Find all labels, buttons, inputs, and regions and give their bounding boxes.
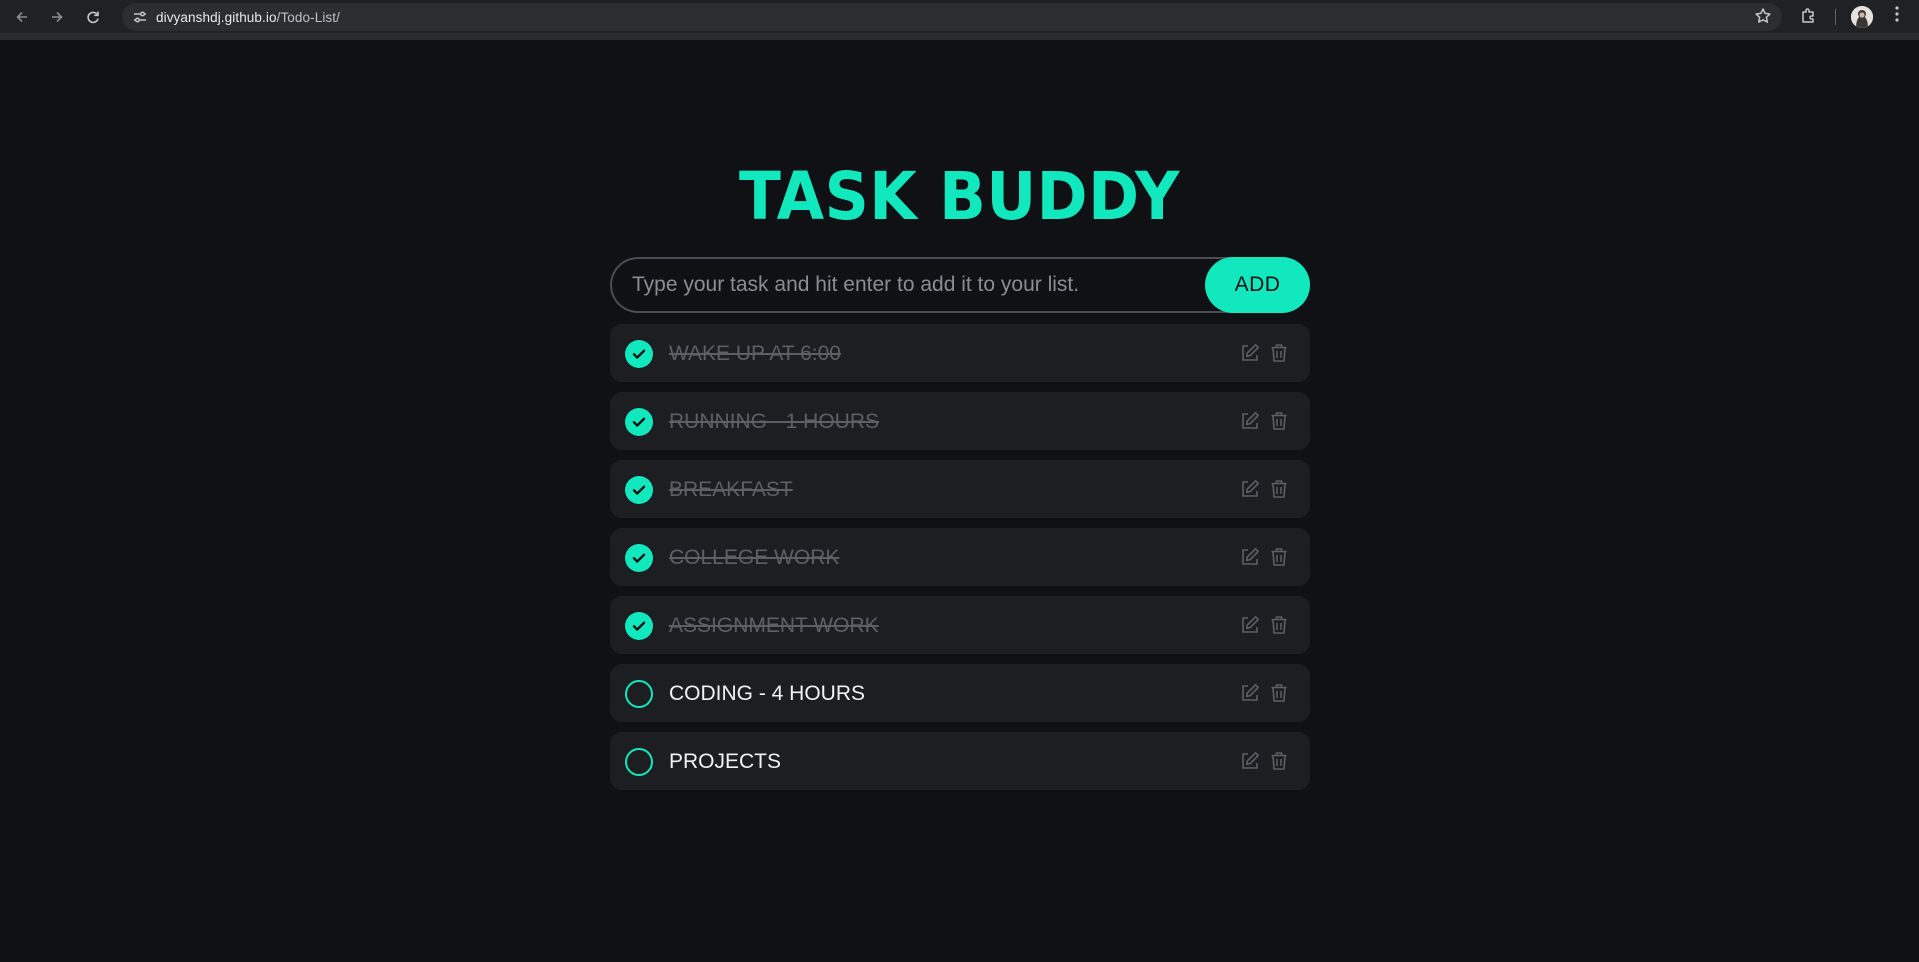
task-label: BREAKFAST — [669, 478, 793, 501]
site-settings-icon[interactable] — [126, 3, 154, 31]
reload-icon[interactable] — [82, 6, 104, 28]
task-label: RUNNING - 1 HOURS — [669, 410, 880, 433]
add-button[interactable]: ADD — [1205, 257, 1310, 313]
task-label: ASSIGNMENT WORK — [669, 614, 879, 637]
app-title: TASK BUDDY — [739, 158, 1180, 235]
edit-icon[interactable] — [1239, 682, 1261, 704]
trash-icon[interactable] — [1268, 750, 1290, 772]
unchecked-circle-icon[interactable] — [625, 680, 653, 708]
forward-arrow-icon[interactable] — [46, 6, 68, 28]
checked-circle-icon[interactable] — [625, 340, 653, 368]
checked-circle-icon[interactable] — [625, 544, 653, 572]
kebab-menu-icon[interactable] — [1887, 5, 1907, 28]
star-icon[interactable] — [1754, 7, 1772, 30]
edit-icon[interactable] — [1239, 546, 1261, 568]
toolbar-divider — [1835, 9, 1836, 25]
page-load-bar — [0, 34, 1919, 40]
url-host: divyanshdj.github.io — [156, 9, 277, 25]
task-item[interactable]: WAKE UP AT 6:00 — [610, 324, 1310, 382]
trash-icon[interactable] — [1268, 614, 1290, 636]
task-input[interactable] — [610, 257, 1230, 313]
trash-icon[interactable] — [1268, 410, 1290, 432]
task-item[interactable]: COLLEGE WORK — [610, 528, 1310, 586]
avatar[interactable] — [1851, 6, 1873, 28]
browser-toolbar: divyanshdj.github.io/Todo-List/ — [0, 0, 1919, 34]
checked-circle-icon[interactable] — [625, 408, 653, 436]
task-label: CODING - 4 HOURS — [669, 682, 866, 705]
checked-circle-icon[interactable] — [625, 476, 653, 504]
unchecked-circle-icon[interactable] — [625, 748, 653, 776]
task-item[interactable]: PROJECTS — [610, 732, 1310, 790]
edit-icon[interactable] — [1239, 750, 1261, 772]
checked-circle-icon[interactable] — [625, 612, 653, 640]
trash-icon[interactable] — [1268, 342, 1290, 364]
back-arrow-icon[interactable] — [11, 6, 33, 28]
trash-icon[interactable] — [1268, 682, 1290, 704]
trash-icon[interactable] — [1268, 546, 1290, 568]
edit-icon[interactable] — [1239, 342, 1261, 364]
trash-icon[interactable] — [1268, 478, 1290, 500]
task-item[interactable]: CODING - 4 HOURS — [610, 664, 1310, 722]
task-label: WAKE UP AT 6:00 — [669, 342, 841, 365]
edit-icon[interactable] — [1239, 410, 1261, 432]
task-label: COLLEGE WORK — [669, 546, 840, 569]
address-bar[interactable]: divyanshdj.github.io/Todo-List/ — [122, 3, 1782, 31]
task-item[interactable]: BREAKFAST — [610, 460, 1310, 518]
url-path: /Todo-List/ — [276, 9, 340, 25]
puzzle-icon[interactable] — [1799, 6, 1819, 31]
task-item[interactable]: ASSIGNMENT WORK — [610, 596, 1310, 654]
url-text: divyanshdj.github.io/Todo-List/ — [156, 10, 340, 25]
task-item[interactable]: RUNNING - 1 HOURS — [610, 392, 1310, 450]
task-input-group: ADD — [610, 257, 1310, 313]
edit-icon[interactable] — [1239, 478, 1261, 500]
task-label: PROJECTS — [669, 750, 782, 773]
edit-icon[interactable] — [1239, 614, 1261, 636]
